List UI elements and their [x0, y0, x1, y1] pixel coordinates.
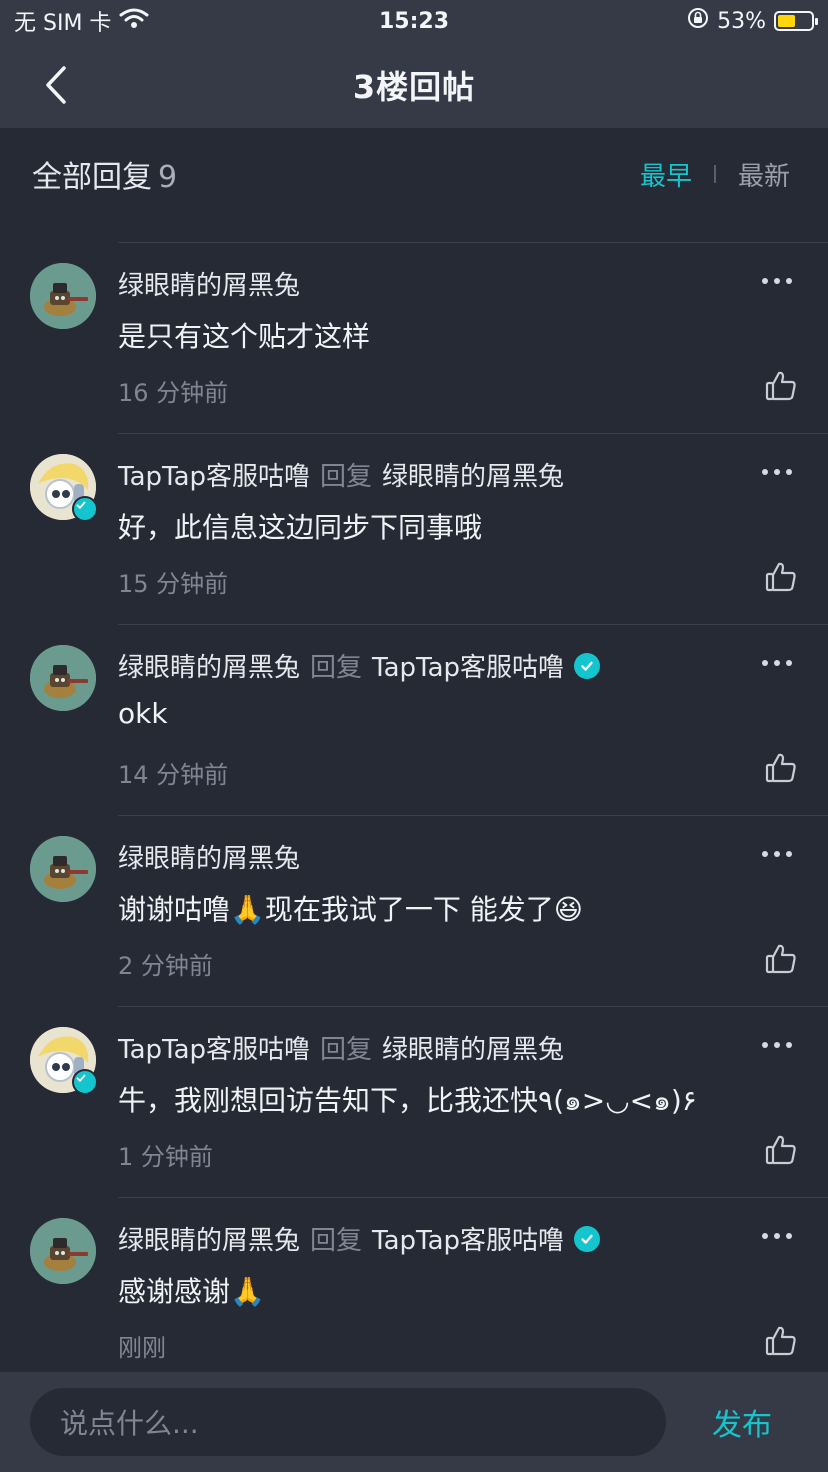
comment-author[interactable]: 绿眼睛的屑黑兔	[118, 647, 300, 684]
comment-timestamp: 2 分钟前	[118, 952, 213, 980]
reply-to-label: 回复	[320, 462, 373, 492]
avatar-user[interactable]	[30, 645, 96, 711]
reply-to-label: 回复	[320, 1035, 373, 1065]
comment-item[interactable]: TapTap客服咕噜 回复 绿眼睛的屑黑兔好，此信息这边同步下同事哦 15 分钟前	[30, 433, 828, 624]
more-options-icon[interactable]	[762, 844, 792, 864]
comment-author[interactable]: TapTap客服咕噜	[118, 456, 310, 493]
avatar-taptap-service[interactable]	[30, 454, 98, 522]
reply-target-user[interactable]: 绿眼睛的屑黑兔	[382, 1029, 564, 1066]
comment-text: 谢谢咕噜🙏现在我试了一下 能发了😆	[118, 893, 583, 926]
thumbs-up-icon[interactable]	[764, 1324, 798, 1358]
reply-header: 全部回复 9 最早 最新	[0, 128, 828, 220]
chevron-left-icon	[46, 66, 66, 104]
comment-header: TapTap客服咕噜 回复 绿眼睛的屑黑兔	[118, 456, 768, 493]
avatar-user[interactable]	[30, 836, 96, 902]
comment-text: 是只有这个贴才这样	[118, 320, 371, 353]
reply-target-user[interactable]: 绿眼睛的屑黑兔	[382, 456, 564, 493]
tab-sort-latest[interactable]: 最新	[738, 156, 790, 193]
comment-timestamp: 16 分钟前	[118, 379, 229, 407]
comment-header: 绿眼睛的屑黑兔	[118, 838, 768, 875]
status-time: 15:23	[378, 8, 450, 34]
sort-tabs: 最早 最新	[640, 156, 790, 193]
thumbs-up-icon[interactable]	[764, 1133, 798, 1167]
reply-target-user[interactable]: TapTap客服咕噜	[372, 1220, 564, 1257]
comment-timestamp: 14 分钟前	[118, 761, 229, 789]
tab-sort-earliest[interactable]: 最早	[640, 156, 692, 193]
comment-item[interactable]: 绿眼睛的屑黑兔 回复 TapTap客服咕噜感谢感谢🙏 刚刚	[30, 1197, 828, 1388]
comment-header: 绿眼睛的屑黑兔	[118, 265, 768, 302]
comment-header: TapTap客服咕噜 回复 绿眼睛的屑黑兔	[118, 1029, 768, 1066]
comment-list: 绿眼睛的屑黑兔 是只有这个贴才这样 16 分钟前 TapTap客服咕噜 回复 绿眼睛的屑…	[0, 242, 828, 1388]
verified-badge-icon	[72, 1069, 98, 1095]
comment-text: 牛，我刚想回访告知下，比我还快٩(๑>◡<๑)۶	[118, 1084, 697, 1117]
input-bar: 说点什么... 发布	[0, 1372, 828, 1472]
page-title: 3楼回帖	[352, 68, 476, 106]
battery-percent: 53%	[717, 8, 766, 34]
reply-label: 全部回复	[32, 160, 152, 195]
back-button[interactable]	[36, 62, 76, 108]
status-right: 53%	[554, 7, 818, 35]
reply-to-label: 回复	[310, 1226, 363, 1256]
thumbs-up-icon[interactable]	[764, 369, 798, 403]
comment-author[interactable]: 绿眼睛的屑黑兔	[118, 838, 300, 875]
comment-author[interactable]: 绿眼睛的屑黑兔	[118, 1220, 300, 1257]
comment-timestamp: 15 分钟前	[118, 570, 229, 598]
more-options-icon[interactable]	[762, 462, 792, 482]
thumbs-up-icon[interactable]	[764, 942, 798, 976]
reply-target-user[interactable]: TapTap客服咕噜	[372, 647, 564, 684]
comment-item[interactable]: 绿眼睛的屑黑兔是只有这个贴才这样 16 分钟前	[30, 242, 828, 433]
status-left: 无 SIM 卡	[14, 5, 274, 37]
rotation-lock-icon	[687, 7, 709, 35]
reply-to-label: 回复	[310, 653, 363, 683]
verified-badge-icon	[72, 496, 98, 522]
comment-input[interactable]: 说点什么...	[30, 1388, 666, 1456]
more-options-icon[interactable]	[762, 1035, 792, 1055]
thumbs-up-icon[interactable]	[764, 560, 798, 594]
avatar-taptap-service[interactable]	[30, 1027, 98, 1095]
verified-check-icon	[574, 652, 601, 679]
status-bar: 无 SIM 卡 15:23 53%	[0, 0, 828, 42]
carrier-label: 无 SIM 卡	[14, 11, 112, 36]
sort-divider	[713, 165, 716, 183]
comment-item[interactable]: 绿眼睛的屑黑兔谢谢咕噜🙏现在我试了一下 能发了😆 2 分钟前	[30, 815, 828, 1006]
reply-count: 9	[158, 160, 178, 195]
thumbs-up-icon[interactable]	[764, 751, 798, 785]
avatar-user[interactable]	[30, 1218, 96, 1284]
comment-timestamp: 1 分钟前	[118, 1143, 213, 1171]
reply-count-label: 全部回复 9	[32, 152, 177, 196]
battery-level	[778, 15, 795, 27]
comment-author[interactable]: 绿眼睛的屑黑兔	[118, 265, 300, 302]
comment-text: 好，此信息这边同步下同事哦	[118, 511, 483, 544]
verified-check-icon	[574, 1225, 601, 1252]
battery-icon	[774, 11, 818, 31]
more-options-icon[interactable]	[762, 271, 792, 291]
comment-text: okk	[118, 697, 168, 730]
comment-item[interactable]: TapTap客服咕噜 回复 绿眼睛的屑黑兔牛，我刚想回访告知下，比我还快٩(๑>◡<…	[30, 1006, 828, 1197]
comment-header: 绿眼睛的屑黑兔 回复 TapTap客服咕噜	[118, 1220, 768, 1257]
comment-author[interactable]: TapTap客服咕噜	[118, 1029, 310, 1066]
publish-button[interactable]: 发布	[712, 1400, 772, 1444]
more-options-icon[interactable]	[762, 1226, 792, 1246]
comment-timestamp: 刚刚	[118, 1334, 166, 1362]
nav-bar: 3楼回帖	[0, 42, 828, 128]
more-options-icon[interactable]	[762, 653, 792, 673]
wifi-icon	[119, 7, 149, 35]
comment-item[interactable]: 绿眼睛的屑黑兔 回复 TapTap客服咕噜 okk 14 分钟前	[30, 624, 828, 815]
comment-text: 感谢感谢🙏	[118, 1275, 265, 1308]
avatar-user[interactable]	[30, 263, 96, 329]
comment-header: 绿眼睛的屑黑兔 回复 TapTap客服咕噜	[118, 647, 768, 684]
